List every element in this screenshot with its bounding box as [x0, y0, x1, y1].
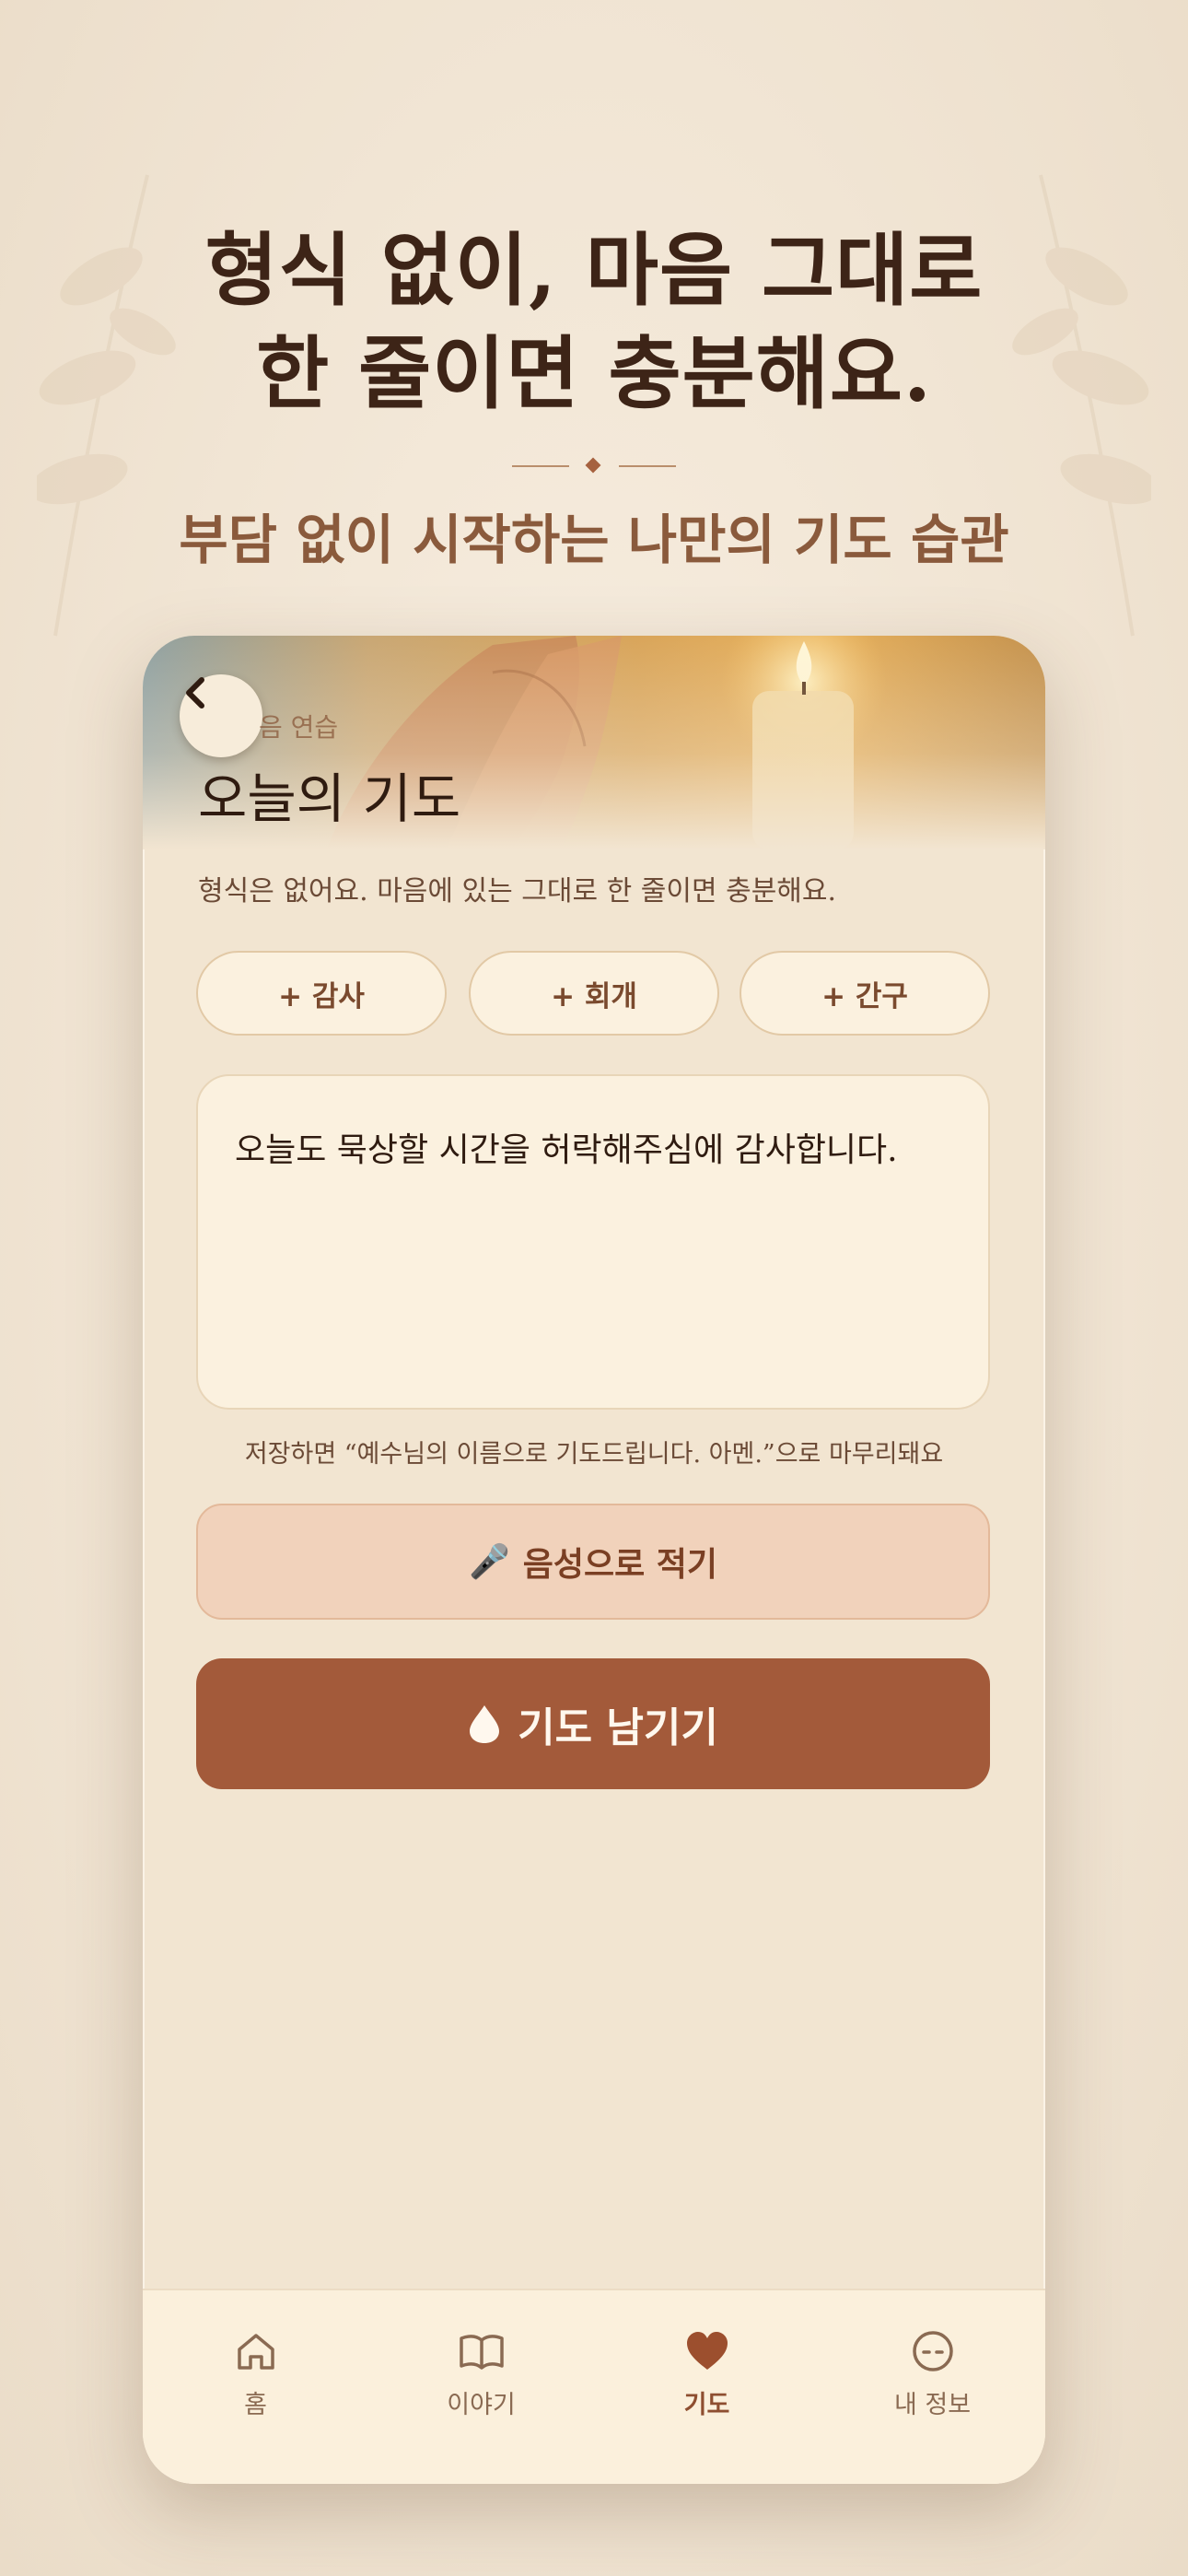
- chip-thanks[interactable]: + 감사: [196, 951, 447, 1036]
- tab-stories-label: 이야기: [447, 2391, 516, 2419]
- chevron-left-icon: [186, 677, 204, 708]
- marketing-subheadline: 부담 없이 시작하는 나만의 기도 습관: [179, 509, 1009, 571]
- intro-text: 형식은 없어요. 마음에 있는 그대로 한 줄이면 충분해요.: [198, 875, 837, 907]
- save-note: 저장하면 “예수님의 이름으로 기도드립니다. 아멘.”으로 마무리돼요: [244, 1440, 944, 1469]
- tab-prayer-label: 기도: [683, 2391, 730, 2419]
- tab-profile[interactable]: 내 정보: [820, 2290, 1045, 2484]
- back-button[interactable]: [180, 674, 262, 757]
- submit-prayer-button[interactable]: 기도 남기기: [196, 1658, 990, 1789]
- screen-eyebrow: 음 연습: [259, 712, 339, 743]
- tab-stories[interactable]: 이야기: [368, 2290, 594, 2484]
- heart-icon: [686, 2332, 728, 2370]
- bottom-tab-bar: 홈 이야기 기도 내 정보: [143, 2289, 1045, 2484]
- drop-icon: [470, 1705, 500, 1743]
- chip-repentance[interactable]: + 회개: [469, 951, 719, 1036]
- voice-button-label: 음성으로 적기: [522, 1546, 718, 1584]
- headline-line-2: 한 줄이면 충분해요.: [256, 327, 932, 420]
- home-icon: [237, 2334, 274, 2370]
- submit-button-label: 기도 남기기: [518, 1704, 718, 1751]
- prayer-textarea[interactable]: 오늘도 묵상할 시간을 허락해주심에 감사합니다.: [196, 1074, 990, 1410]
- tab-prayer[interactable]: 기도: [594, 2290, 820, 2484]
- tab-home-label: 홈: [244, 2391, 267, 2419]
- microphone-icon: 🎤: [468, 1543, 510, 1581]
- headline-line-1: 형식 없이, 마음 그대로: [204, 224, 984, 317]
- page-title: 오늘의 기도: [198, 767, 461, 830]
- marketing-headline: 형식 없이, 마음 그대로 한 줄이면 충분해요.: [0, 219, 1188, 426]
- phone-frame: 음 연습 오늘의 기도 형식은 없어요. 마음에 있는 그대로 한 줄이면 충분…: [143, 636, 1045, 2484]
- tab-profile-label: 내 정보: [893, 2391, 972, 2419]
- voice-input-button[interactable]: 🎤 음성으로 적기: [196, 1504, 990, 1620]
- chip-petition[interactable]: + 간구: [740, 951, 990, 1036]
- profile-icon: [912, 2331, 953, 2371]
- book-icon: [459, 2335, 504, 2370]
- tab-home[interactable]: 홈: [143, 2290, 368, 2484]
- hero-banner: 음 연습 오늘의 기도: [143, 636, 1045, 849]
- ornament-divider: [512, 457, 676, 475]
